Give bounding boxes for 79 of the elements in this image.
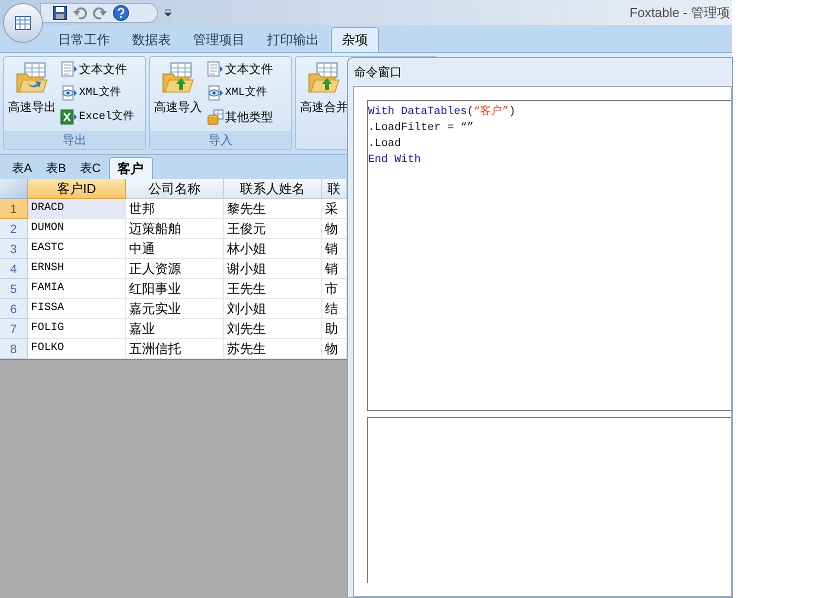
table-cell: ERNSH — [28, 259, 126, 279]
corner-cell[interactable] — [0, 179, 28, 199]
code-line: .LoadFilter = “” — [368, 121, 475, 136]
window-title: Foxtable - 管理项 — [630, 4, 730, 22]
small-ribbon-button[interactable]: XML文件 — [60, 84, 134, 102]
table-cell: EASTC — [28, 239, 126, 259]
row-header[interactable]: 8 — [0, 339, 28, 359]
redo-icon[interactable] — [93, 6, 107, 20]
column-header[interactable]: 联 — [322, 179, 347, 199]
database-table-icon — [206, 109, 224, 125]
table-cell: 五洲信托 — [126, 339, 224, 359]
small-ribbon-button[interactable]: Excel文件 — [60, 108, 134, 126]
ribbon-tab[interactable]: 管理项目 — [183, 27, 255, 52]
group-label: 导出 — [4, 131, 145, 149]
ribbon-tab[interactable]: 日常工作 — [48, 27, 120, 52]
document-eye-icon — [60, 85, 78, 101]
small-ribbon-button[interactable]: 文本文件 — [206, 60, 273, 78]
dropdown-icon[interactable] — [164, 8, 172, 16]
column-header[interactable]: 联系人姓名 — [224, 179, 322, 199]
table-cell: 中通 — [126, 239, 224, 259]
column-header[interactable]: 公司名称 — [126, 179, 224, 199]
row-header[interactable]: 6 — [0, 299, 28, 319]
table-cell: 嘉元实业 — [126, 299, 224, 319]
table-cell: 世邦 — [126, 199, 224, 219]
row-header[interactable]: 3 — [0, 239, 28, 259]
help-icon[interactable] — [113, 4, 129, 20]
table-cell: 刘先生 — [224, 319, 322, 339]
text-document-icon — [206, 61, 224, 77]
code-line: End With — [368, 153, 422, 168]
document-eye-icon — [206, 85, 224, 101]
table-cell: FOLKO — [28, 339, 126, 359]
window-title: 命令窗口 — [353, 64, 403, 81]
sheet-tab[interactable]: 表B — [40, 157, 72, 179]
table-icon — [15, 16, 31, 30]
table-cell: FOLIG — [28, 319, 126, 339]
row-header[interactable]: 1 — [0, 199, 28, 219]
small-ribbon-button[interactable]: 文本文件 — [60, 60, 134, 78]
table-cell: 林小姐 — [224, 239, 322, 259]
large-ribbon-button[interactable]: 高速合并 — [298, 60, 350, 149]
table-cell: 苏先生 — [224, 339, 322, 359]
ribbon-tab[interactable]: 杂项 — [331, 27, 379, 52]
text-document-icon — [60, 61, 78, 77]
group-label: 导入 — [150, 131, 291, 149]
large-ribbon-button[interactable]: 高速导出 — [6, 60, 58, 131]
code-line: With DataTables(“客户”) — [368, 104, 516, 120]
sheet-tab[interactable]: 客户 — [108, 157, 153, 179]
code-line: .Load — [368, 137, 402, 152]
ribbon-tab[interactable]: 数据表 — [122, 27, 181, 52]
table-cell: 王先生 — [224, 279, 322, 299]
small-ribbon-button[interactable]: 其他类型 — [206, 108, 273, 126]
table-cell: FAMIA — [28, 279, 126, 299]
table-cell: 红阳事业 — [126, 279, 224, 299]
folder-table-icon — [15, 62, 49, 94]
ribbon-tab[interactable]: 打印输出 — [257, 27, 329, 52]
code-editor[interactable]: With DataTables(“客户”) .LoadFilter = “” .Load End With — [367, 100, 731, 411]
table-cell: DUMON — [28, 219, 126, 239]
table-cell: 王俊元 — [224, 219, 322, 239]
table-cell: 刘小姐 — [224, 299, 322, 319]
row-header[interactable]: 4 — [0, 259, 28, 279]
table-cell: 谢小姐 — [224, 259, 322, 279]
sheet-tab[interactable]: 表C — [74, 157, 107, 179]
table-cell: FISSA — [28, 299, 126, 319]
table-cell: 嘉业 — [126, 319, 224, 339]
column-header[interactable]: 客户ID — [28, 179, 126, 199]
save-icon[interactable] — [53, 6, 67, 20]
table-cell: 黎先生 — [224, 199, 322, 219]
spreadsheet-file-icon — [60, 109, 78, 125]
folder-table-icon — [161, 62, 195, 94]
row-header[interactable]: 5 — [0, 279, 28, 299]
small-ribbon-button[interactable]: XML文件 — [206, 84, 273, 102]
table-cell: 迈策船舶 — [126, 219, 224, 239]
table-cell: DRACD — [28, 199, 126, 219]
table-cell: 正人资源 — [126, 259, 224, 279]
sheet-tab[interactable]: 表A — [6, 157, 38, 179]
undo-icon[interactable] — [73, 6, 87, 20]
row-header[interactable]: 7 — [0, 319, 28, 339]
row-header[interactable]: 2 — [0, 219, 28, 239]
folder-table-icon — [307, 62, 341, 94]
large-ribbon-button[interactable]: 高速导入 — [152, 60, 204, 131]
